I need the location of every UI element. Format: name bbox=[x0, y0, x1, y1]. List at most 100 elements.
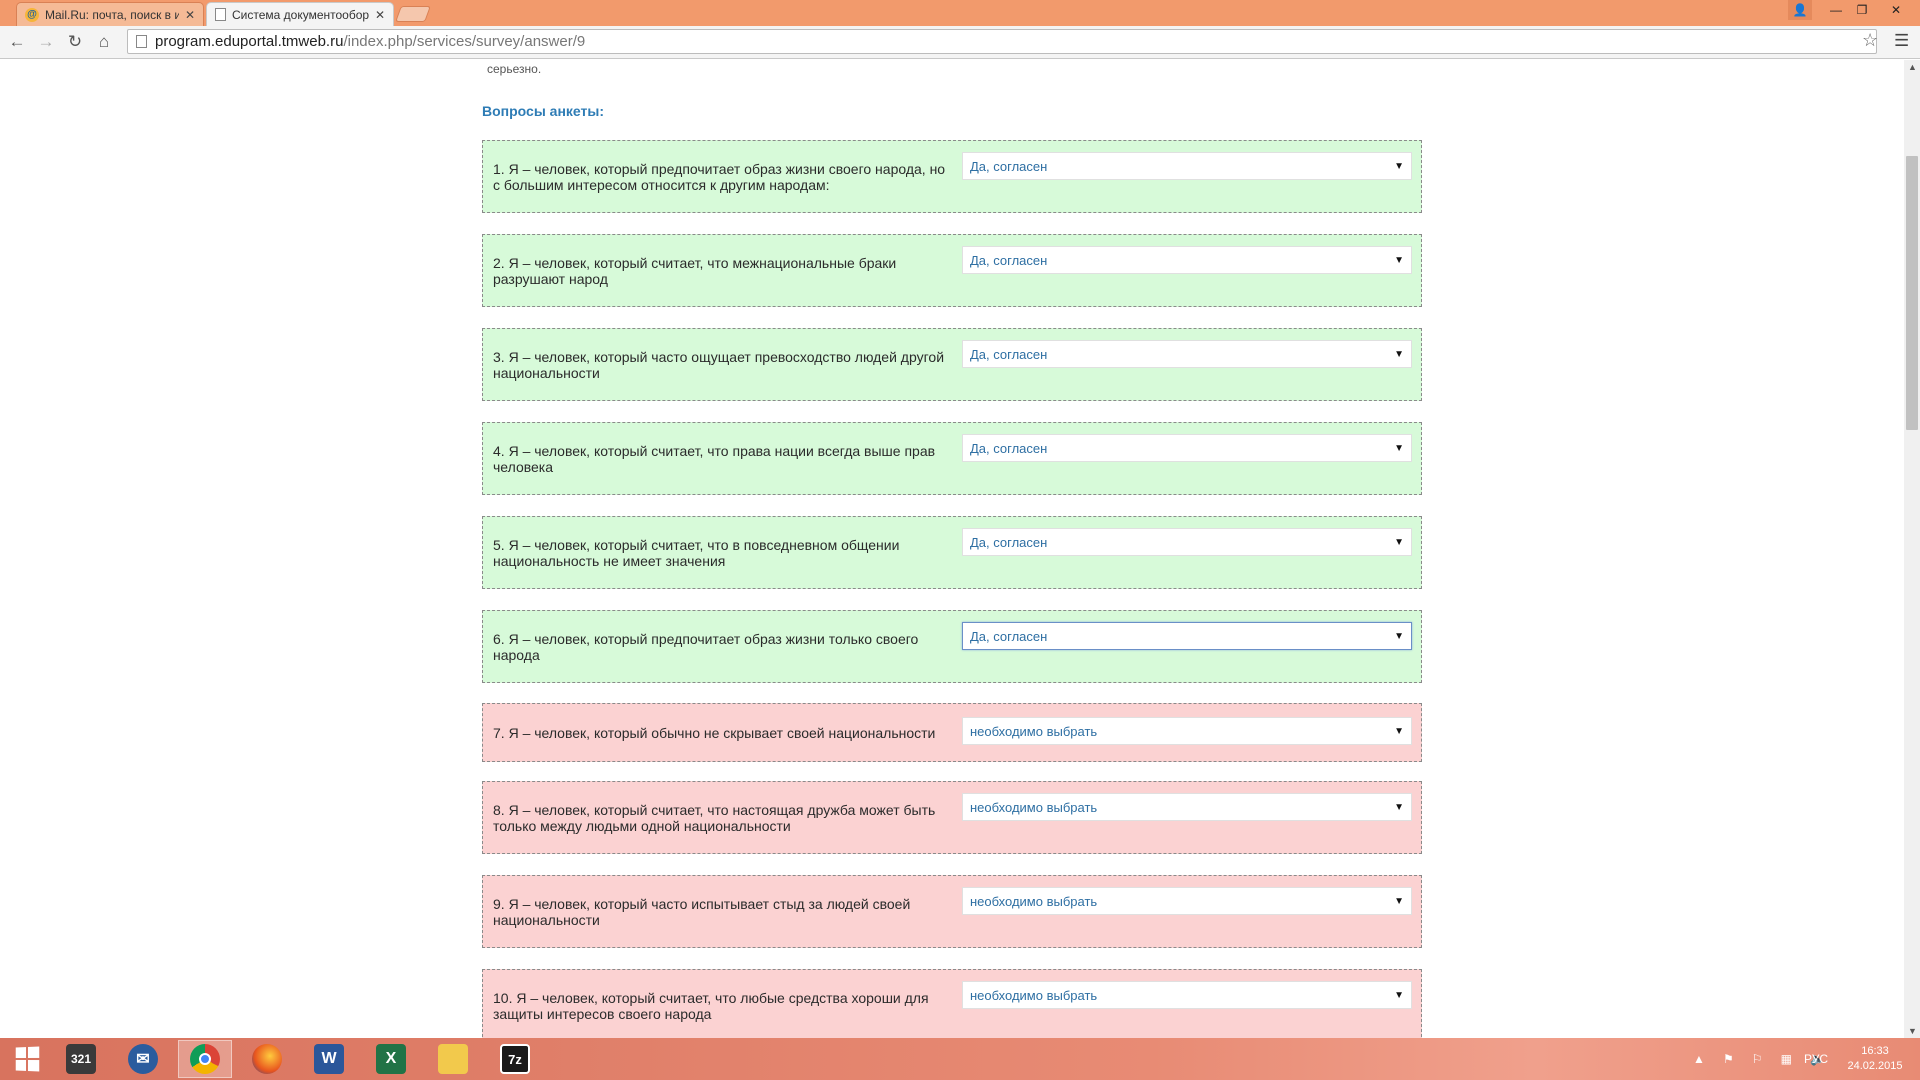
media-player-icon: 321 bbox=[66, 1044, 96, 1074]
dropdown-arrow-icon: ▼ bbox=[1394, 442, 1404, 454]
question-text: 4. Я – человек, который считает, что пра… bbox=[493, 442, 936, 475]
dropdown-arrow-icon: ▼ bbox=[1394, 630, 1404, 642]
answer-select[interactable]: Да, согласен ▼ bbox=[962, 152, 1412, 180]
bookmark-star-icon[interactable]: ☆ bbox=[1862, 30, 1878, 51]
start-button[interactable] bbox=[0, 1040, 54, 1078]
page-icon bbox=[136, 35, 147, 48]
chrome-icon bbox=[190, 1044, 220, 1074]
close-icon[interactable]: ✕ bbox=[185, 8, 195, 22]
answer-value: необходимо выбрать bbox=[970, 799, 1098, 815]
menu-icon[interactable]: ☰ bbox=[1894, 31, 1909, 51]
answer-value: Да, согласен bbox=[970, 628, 1048, 644]
answer-value: Да, согласен bbox=[970, 534, 1048, 550]
url-host: program.eduportal.tmweb.ru bbox=[155, 33, 344, 50]
tab-document-system[interactable]: Система документообор ✕ bbox=[206, 2, 394, 26]
question-text: 6. Я – человек, который предпочитает обр… bbox=[493, 630, 919, 663]
taskbar-firefox[interactable] bbox=[240, 1040, 294, 1078]
start-icon bbox=[15, 1046, 40, 1072]
taskbar: 321 ✉ W X 7z ▲ ⚑ ⚐ ▦ 🔈 РУС 16:33 24.02.2… bbox=[0, 1038, 1920, 1080]
action-center-icon[interactable]: ⚑ bbox=[1723, 1052, 1734, 1066]
dropdown-arrow-icon: ▼ bbox=[1394, 254, 1404, 266]
back-icon[interactable]: ← bbox=[5, 30, 29, 54]
question-row: 6. Я – человек, который предпочитает обр… bbox=[482, 610, 1422, 683]
forward-icon[interactable]: → bbox=[34, 30, 58, 54]
excel-icon: X bbox=[376, 1044, 406, 1074]
question-text: 5. Я – человек, который считает, что в п… bbox=[493, 536, 900, 569]
question-text: 1. Я – человек, который предпочитает обр… bbox=[493, 160, 946, 193]
taskbar-excel[interactable]: X bbox=[364, 1040, 418, 1078]
taskbar-word[interactable]: W bbox=[302, 1040, 356, 1078]
7zip-icon: 7z bbox=[500, 1044, 530, 1074]
answer-select[interactable]: необходимо выбрать ▼ bbox=[962, 981, 1412, 1009]
mailru-icon: @ bbox=[25, 7, 39, 22]
question-row: 9. Я – человек, который часто испытывает… bbox=[482, 875, 1422, 948]
close-window-icon[interactable]: ✕ bbox=[1878, 0, 1914, 20]
word-icon: W bbox=[314, 1044, 344, 1074]
network-icon[interactable]: ▦ bbox=[1781, 1052, 1792, 1066]
tab-mailru[interactable]: @ Mail.Ru: почта, поиск в и ✕ bbox=[16, 2, 204, 26]
clock-date: 24.02.2015 bbox=[1847, 1060, 1903, 1072]
question-text: 3. Я – человек, который часто ощущает пр… bbox=[493, 348, 945, 381]
section-title: Вопросы анкеты: bbox=[482, 103, 604, 119]
question-text: 9. Я – человек, который часто испытывает… bbox=[493, 895, 911, 928]
question-row: 8. Я – человек, который считает, что нас… bbox=[482, 781, 1422, 854]
taskbar-chrome[interactable] bbox=[178, 1040, 232, 1078]
question-text: 2. Я – человек, который считает, что меж… bbox=[493, 254, 897, 287]
dropdown-arrow-icon: ▼ bbox=[1394, 536, 1404, 548]
file-explorer-icon bbox=[438, 1044, 468, 1074]
dropdown-arrow-icon: ▼ bbox=[1394, 160, 1404, 172]
tab-title: Mail.Ru: почта, поиск в и bbox=[45, 7, 179, 22]
page-viewport: серьезно. Вопросы анкеты: 1. Я – человек… bbox=[0, 60, 1904, 1038]
scroll-up-icon[interactable]: ▲ bbox=[1908, 62, 1917, 72]
answer-value: необходимо выбрать bbox=[970, 893, 1098, 909]
answer-select[interactable]: Да, согласен ▼ bbox=[962, 528, 1412, 556]
question-row: 1. Я – человек, который предпочитает обр… bbox=[482, 140, 1422, 213]
address-bar[interactable]: program.eduportal.tmweb.ru /index.php/se… bbox=[127, 29, 1877, 54]
answer-select[interactable]: Да, согласен ▼ bbox=[962, 246, 1412, 274]
scrollbar-thumb[interactable] bbox=[1906, 156, 1918, 430]
language-indicator[interactable]: РУС bbox=[1804, 1038, 1828, 1080]
answer-select[interactable]: необходимо выбрать ▼ bbox=[962, 717, 1412, 745]
answer-value: Да, согласен bbox=[970, 252, 1048, 268]
new-tab-button[interactable] bbox=[395, 6, 431, 22]
answer-select[interactable]: Да, согласен ▼ bbox=[962, 340, 1412, 368]
question-text: 8. Я – человек, который считает, что нас… bbox=[493, 801, 936, 834]
show-hidden-icons-icon[interactable]: ▲ bbox=[1693, 1052, 1705, 1066]
question-row: 7. Я – человек, который обычно не скрыва… bbox=[482, 703, 1422, 762]
taskbar-clock[interactable]: 16:33 24.02.2015 bbox=[1840, 1044, 1910, 1074]
answer-select[interactable]: необходимо выбрать ▼ bbox=[962, 793, 1412, 821]
reload-icon[interactable]: ↻ bbox=[63, 30, 87, 54]
browser-toolbar: ← → ↻ ⌂ program.eduportal.tmweb.ru /inde… bbox=[0, 26, 1920, 59]
question-row: 5. Я – человек, который считает, что в п… bbox=[482, 516, 1422, 589]
home-icon[interactable]: ⌂ bbox=[92, 30, 116, 54]
page-scrollbar[interactable]: ▲ ▼ bbox=[1904, 60, 1920, 1038]
answer-select[interactable]: Да, согласен ▼ bbox=[962, 622, 1412, 650]
dropdown-arrow-icon: ▼ bbox=[1394, 348, 1404, 360]
tab-strip: @ Mail.Ru: почта, поиск в и ✕ Система до… bbox=[0, 0, 1920, 26]
flag-icon[interactable]: ⚐ bbox=[1752, 1052, 1763, 1066]
taskbar-thunderbird[interactable]: ✉ bbox=[116, 1040, 170, 1078]
dropdown-arrow-icon: ▼ bbox=[1394, 801, 1404, 813]
question-row: 2. Я – человек, который считает, что меж… bbox=[482, 234, 1422, 307]
answer-select[interactable]: Да, согласен ▼ bbox=[962, 434, 1412, 462]
scroll-down-icon[interactable]: ▼ bbox=[1908, 1026, 1917, 1036]
answer-value: Да, согласен bbox=[970, 158, 1048, 174]
question-row: 10. Я – человек, который считает, что лю… bbox=[482, 969, 1422, 1038]
url-path: /index.php/services/survey/answer/9 bbox=[343, 33, 586, 50]
answer-select[interactable]: необходимо выбрать ▼ bbox=[962, 887, 1412, 915]
dropdown-arrow-icon: ▼ bbox=[1394, 895, 1404, 907]
taskbar-file-explorer[interactable] bbox=[426, 1040, 480, 1078]
taskbar-7zip[interactable]: 7z bbox=[488, 1040, 542, 1078]
restore-icon[interactable]: ❐ bbox=[1850, 0, 1874, 20]
close-icon[interactable]: ✕ bbox=[375, 8, 385, 22]
minimize-icon[interactable]: — bbox=[1824, 0, 1848, 20]
thunderbird-icon: ✉ bbox=[128, 1044, 158, 1074]
firefox-icon bbox=[252, 1044, 282, 1074]
tab-title: Система документообор bbox=[232, 7, 369, 22]
page-icon bbox=[215, 8, 226, 21]
answer-value: Да, согласен bbox=[970, 346, 1048, 362]
answer-value: необходимо выбрать bbox=[970, 723, 1098, 739]
question-text: 7. Я – человек, который обычно не скрыва… bbox=[493, 724, 936, 741]
taskbar-media-player[interactable]: 321 bbox=[54, 1040, 108, 1078]
user-profile-icon[interactable]: 👤 bbox=[1788, 0, 1812, 20]
